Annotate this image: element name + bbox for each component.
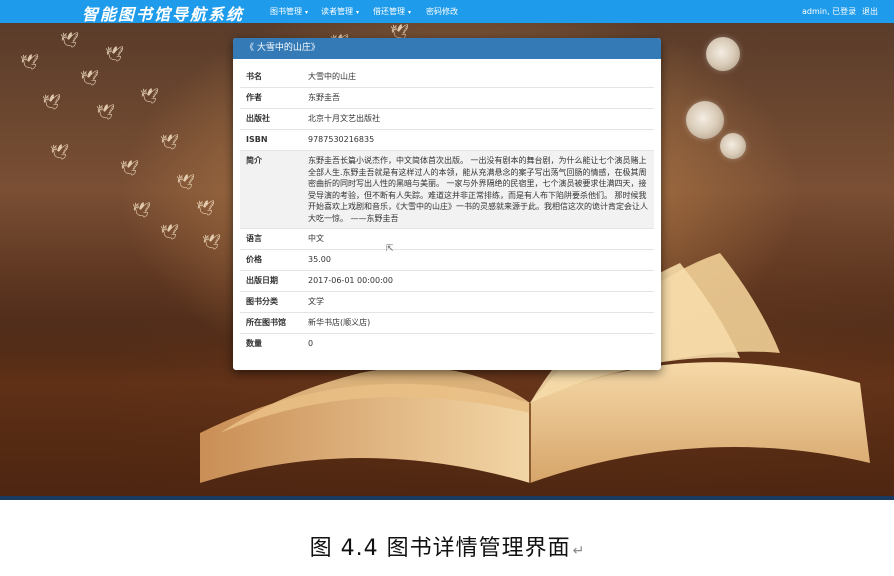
field-label: 语言 <box>246 234 262 243</box>
bottom-strip <box>0 496 894 500</box>
caret-down-icon: ▾ <box>305 9 309 16</box>
figure-caption: 图 4.4 图书详情管理界面 ↵ <box>0 530 894 562</box>
field-label: 价格 <box>246 255 262 264</box>
bird-icon: 🕊 <box>60 31 80 49</box>
bird-icon: 🕊 <box>20 53 40 71</box>
mouse-cursor-icon: ⇱ <box>386 244 394 254</box>
bird-icon: 🕊 <box>160 133 180 151</box>
detail-row-library: 所在图书馆 新华书店(顺义店) <box>240 312 654 333</box>
detail-row-price: 价格 35.00 <box>240 249 654 270</box>
top-navbar: 智能图书馆导航系统 图书管理 ▾ 读者管理 ▾ 借还管理 ▾ 密码修改 admin, … <box>0 0 894 25</box>
return-mark: ↵ <box>572 543 585 559</box>
book-detail-modal: 《 大雪中的山庄》 书名 大雪中的山庄 作者 东野圭吾 出版社 北京十月文艺出版… <box>233 38 661 370</box>
detail-row-category: 图书分类 文学 <box>240 291 654 312</box>
logout-link[interactable]: 退出 <box>862 6 878 17</box>
detail-row-publish-date: 出版日期 2017-06-01 00:00:00 <box>240 270 654 291</box>
modal-title: 《 大雪中的山庄》 <box>233 38 661 59</box>
field-value: 新华书店(顺义店) <box>308 318 371 327</box>
field-label: 书名 <box>246 72 262 81</box>
bird-icon: 🕊 <box>42 93 62 111</box>
nav-label: 借还管理 <box>373 7 405 16</box>
field-label: ISBN <box>246 135 268 144</box>
rose-decoration <box>686 101 724 139</box>
detail-row-isbn: ISBN 9787530216835 <box>240 129 654 150</box>
field-label: 图书分类 <box>246 297 278 306</box>
field-value: 9787530216835 <box>308 135 375 144</box>
detail-row-publisher: 出版社 北京十月文艺出版社 <box>240 108 654 129</box>
bird-icon: 🕊 <box>120 159 140 177</box>
detail-row-language: 语言 中文 <box>240 228 654 249</box>
bird-icon: 🕊 <box>140 87 160 105</box>
field-value: 0 <box>308 339 314 348</box>
brand-title[interactable]: 智能图书馆导航系统 <box>82 1 244 25</box>
field-value: 文学 <box>308 297 324 306</box>
nav-label: 读者管理 <box>321 7 353 16</box>
field-label: 所在图书馆 <box>246 318 286 327</box>
nav-reader-management[interactable]: 读者管理 ▾ <box>321 6 359 17</box>
field-label: 出版社 <box>246 114 270 123</box>
caption-text: 图 4.4 图书详情管理界面 <box>309 536 571 561</box>
field-value: 北京十月文艺出版社 <box>308 114 380 123</box>
detail-row-quantity: 数量 0 <box>240 333 654 354</box>
bird-icon: 🕊 <box>96 103 116 121</box>
rose-decoration <box>720 133 746 159</box>
nav-borrow-management[interactable]: 借还管理 ▾ <box>373 6 411 17</box>
field-value: 东野圭吾长篇小说杰作，中文简体首次出版。 一出没有剧本的舞台剧，为什么能让七个演… <box>308 156 648 223</box>
field-value: 35.00 <box>308 255 331 264</box>
field-value: 东野圭吾 <box>308 93 340 102</box>
nav-book-management[interactable]: 图书管理 ▾ <box>270 6 308 17</box>
rose-decoration <box>706 37 740 71</box>
field-value: 2017-06-01 00:00:00 <box>308 276 393 285</box>
book-detail-table: 书名 大雪中的山庄 作者 东野圭吾 出版社 北京十月文艺出版社 ISBN 978… <box>233 59 661 354</box>
caret-down-icon: ▾ <box>356 9 360 16</box>
screenshot: 🕊 🕊 🕊 🕊 🕊 🕊 🕊 🕊 🕊 🕊 🕊 🕊 🕊 🕊 🕊 🕊 🕊 🕊 <box>0 0 894 500</box>
field-value: 中文 <box>308 234 324 243</box>
field-label: 数量 <box>246 339 262 348</box>
bird-icon: 🕊 <box>50 143 70 161</box>
bird-icon: 🕊 <box>80 69 100 87</box>
nav-label: 图书管理 <box>270 7 302 16</box>
field-label: 作者 <box>246 93 262 102</box>
nav-password-change[interactable]: 密码修改 <box>426 6 458 17</box>
bird-icon: 🕊 <box>105 45 125 63</box>
detail-row-title: 书名 大雪中的山庄 <box>240 67 654 87</box>
caret-down-icon: ▾ <box>408 9 412 16</box>
detail-row-author: 作者 东野圭吾 <box>240 87 654 108</box>
field-label: 出版日期 <box>246 276 278 285</box>
nav-label: 密码修改 <box>426 7 458 16</box>
user-status[interactable]: admin, 已登录 <box>802 6 856 17</box>
field-value: 大雪中的山庄 <box>308 72 356 81</box>
bird-icon: 🕊 <box>132 201 152 219</box>
detail-row-introduction: 简介 东野圭吾长篇小说杰作，中文简体首次出版。 一出没有剧本的舞台剧，为什么能让… <box>240 150 654 228</box>
field-label: 简介 <box>246 156 262 165</box>
